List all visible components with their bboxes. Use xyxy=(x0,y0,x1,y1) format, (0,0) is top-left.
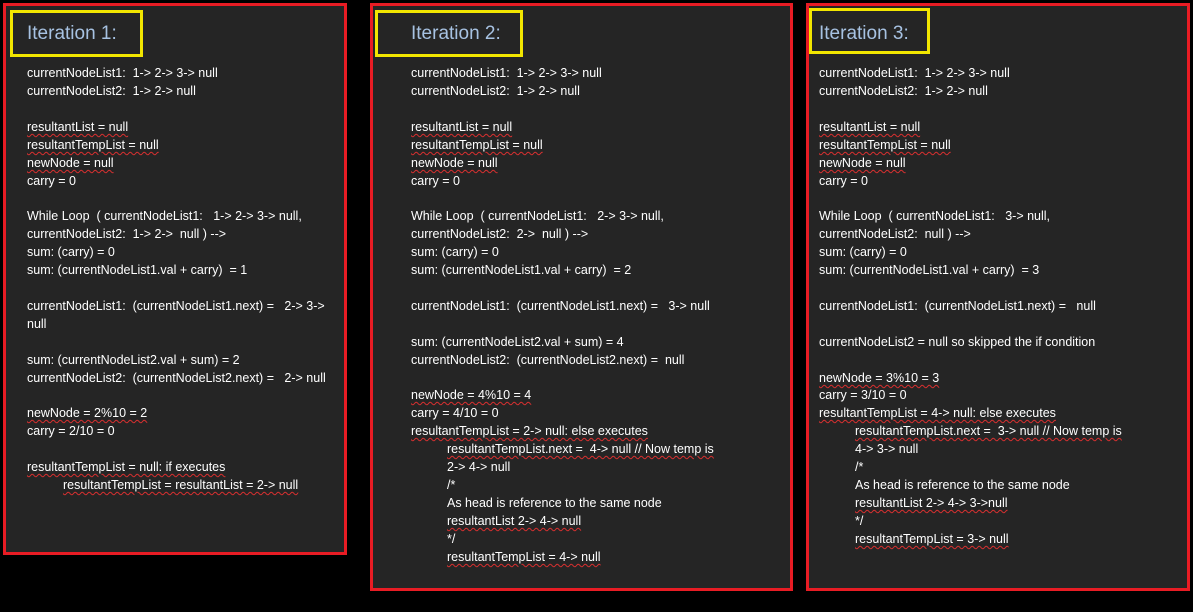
line: currentNodeList2: 2-> null ) --> xyxy=(411,227,589,241)
line: resultantList 2-> 4-> 3->null xyxy=(855,496,1008,510)
line: currentNodeList1: (currentNodeList1.next… xyxy=(819,299,1096,313)
line: newNode = 4%10 = 4 xyxy=(411,388,532,402)
line: As head is reference to the same node xyxy=(447,496,662,510)
line: currentNodeList2: 1-> 2-> null xyxy=(27,84,196,98)
line: 4-> 3-> null xyxy=(855,442,919,456)
line: resultantTempList.next = 3-> null // Now… xyxy=(855,424,1122,438)
line: null xyxy=(27,317,47,331)
line: resultantTempList.next = 4-> null // Now… xyxy=(447,442,714,456)
line: resultantTempList = 4-> null xyxy=(447,550,601,564)
line: resultantTempList = null xyxy=(27,138,159,152)
line: sum: (currentNodeList1.val + carry) = 3 xyxy=(819,263,1040,277)
line: resultantTempList = 3-> null xyxy=(855,532,1009,546)
line: carry = 4/10 = 0 xyxy=(411,406,499,420)
line: currentNodeList2: 1-> 2-> null xyxy=(819,84,988,98)
line: sum: (currentNodeList1.val + carry) = 1 xyxy=(27,263,248,277)
line: sum: (carry) = 0 xyxy=(27,245,115,259)
line: newNode = null xyxy=(27,156,114,170)
line: While Loop ( currentNodeList1: 3-> null, xyxy=(819,209,1051,223)
line: resultantList = null xyxy=(27,120,129,134)
line: sum: (carry) = 0 xyxy=(411,245,499,259)
line: carry = 0 xyxy=(411,174,460,188)
line: currentNodeList1: 1-> 2-> 3-> null xyxy=(27,66,218,80)
line: resultantTempList = null xyxy=(411,138,543,152)
line: currentNodeList2: 1-> 2-> null xyxy=(411,84,580,98)
line: sum: (currentNodeList1.val + carry) = 2 xyxy=(411,263,632,277)
line: carry = 0 xyxy=(819,174,868,188)
line: resultantList = null xyxy=(819,120,921,134)
line: resultantTempList = 2-> null: else execu… xyxy=(411,424,648,438)
iteration-2-title: Iteration 2: xyxy=(411,23,501,44)
line: currentNodeList2: null ) --> xyxy=(819,227,971,241)
line: carry = 2/10 = 0 xyxy=(27,424,115,438)
iteration-3-title: Iteration 3: xyxy=(819,23,909,44)
line: carry = 0 xyxy=(27,174,76,188)
line: /* xyxy=(855,460,864,474)
iteration-3-body: currentNodeList1: 1-> 2-> 3-> null curre… xyxy=(809,60,1187,588)
line: sum: (currentNodeList2.val + sum) = 2 xyxy=(27,353,240,367)
line: currentNodeList2: (currentNodeList2.next… xyxy=(411,353,685,367)
line: newNode = 2%10 = 2 xyxy=(27,406,148,420)
line: /* xyxy=(447,478,456,492)
line: While Loop ( currentNodeList1: 2-> 3-> n… xyxy=(411,209,664,223)
line: resultantTempList = resultantList = 2-> … xyxy=(63,478,299,492)
line: While Loop ( currentNodeList1: 1-> 2-> 3… xyxy=(27,209,302,223)
iteration-2-body: currentNodeList1: 1-> 2-> 3-> null curre… xyxy=(373,60,790,588)
line: */ xyxy=(447,532,456,546)
line: currentNodeList1: (currentNodeList1.next… xyxy=(27,299,325,313)
line: sum: (currentNodeList2.val + sum) = 4 xyxy=(411,335,624,349)
line: resultantList 2-> 4-> null xyxy=(447,514,582,528)
line: currentNodeList2: (currentNodeList2.next… xyxy=(27,371,326,385)
line: currentNodeList2 = null so skipped the i… xyxy=(819,335,1096,349)
line: currentNodeList1: 1-> 2-> 3-> null xyxy=(819,66,1010,80)
line: resultantList = null xyxy=(411,120,513,134)
line: resultantTempList = null xyxy=(819,138,951,152)
line: resultantTempList = null: if executes xyxy=(27,460,226,474)
iteration-1-body: currentNodeList1: 1-> 2-> 3-> null curre… xyxy=(6,60,344,550)
line: */ xyxy=(855,514,864,528)
line: sum: (carry) = 0 xyxy=(819,245,907,259)
line: newNode = null xyxy=(819,156,906,170)
iteration-1-title: Iteration 1: xyxy=(27,23,117,44)
line: currentNodeList1: 1-> 2-> 3-> null xyxy=(411,66,602,80)
line: carry = 3/10 = 0 xyxy=(819,388,907,402)
line: newNode = 3%10 = 3 xyxy=(819,371,940,385)
line: currentNodeList1: (currentNodeList1.next… xyxy=(411,299,710,313)
line: newNode = null xyxy=(411,156,498,170)
line: As head is reference to the same node xyxy=(855,478,1070,492)
line: currentNodeList2: 1-> 2-> null ) --> xyxy=(27,227,227,241)
line: resultantTempList = 4-> null: else execu… xyxy=(819,406,1056,420)
line: 2-> 4-> null xyxy=(447,460,511,474)
